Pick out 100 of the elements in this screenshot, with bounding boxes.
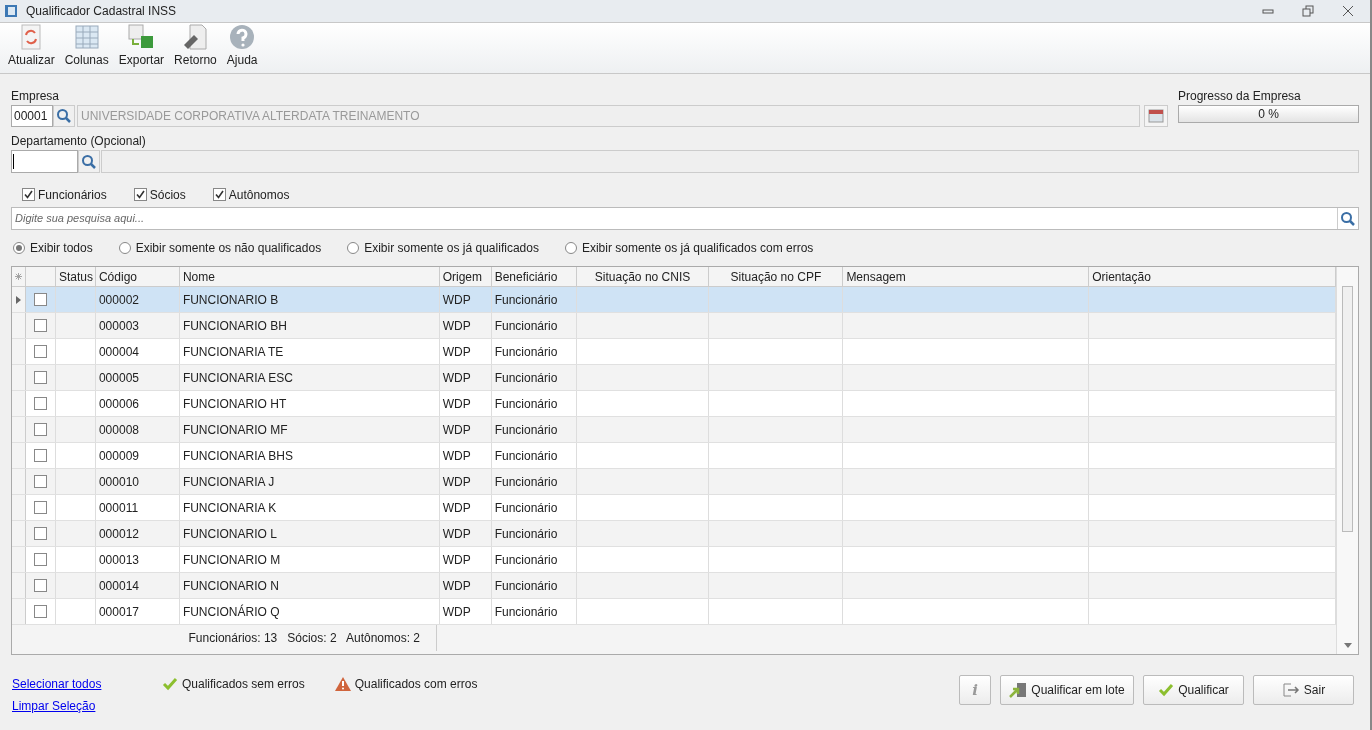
table-row[interactable]: 000009 FUNCIONARIA BHS WDP Funcionário xyxy=(12,443,1336,469)
table-cell: FUNCIONARIA ESC xyxy=(179,365,440,390)
table-cell: Funcionário xyxy=(491,521,577,546)
calendar-button[interactable] xyxy=(1144,105,1168,127)
column-header[interactable]: Mensagem xyxy=(843,267,1090,286)
summary-text: Funcionários: 13 Sócios: 2 Autônomos: 2 xyxy=(188,630,420,647)
column-header[interactable]: Nome xyxy=(179,267,440,286)
row-pointer-icon xyxy=(16,295,21,304)
scrollbar[interactable] xyxy=(1336,267,1358,654)
table-row[interactable]: 000013 FUNCIONARIO M WDP Funcionário xyxy=(12,547,1336,573)
minimize-icon[interactable] xyxy=(1262,6,1274,16)
table-cell: WDP xyxy=(439,313,492,338)
checkbox[interactable] xyxy=(33,527,47,540)
table-cell: Funcionário xyxy=(491,443,577,468)
column-header[interactable]: Código xyxy=(95,267,180,286)
radio-label: Exibir somente os não qualificados xyxy=(135,240,322,257)
checkbox[interactable] xyxy=(33,501,47,514)
table-cell: FUNCIONARIO HT xyxy=(179,391,440,416)
table-cell: FUNCIONÁRIO Q xyxy=(179,599,440,624)
radio-label: Exibir somente os já qualificados com erros xyxy=(581,240,814,257)
table-row[interactable]: 000014 FUNCIONARIO N WDP Funcionário xyxy=(12,573,1336,599)
table-row[interactable]: 000008 FUNCIONARIO MF WDP Funcionário xyxy=(12,417,1336,443)
radio-button[interactable] xyxy=(118,242,131,254)
table-row[interactable]: 000012 FUNCIONARIO L WDP Funcionário xyxy=(12,521,1336,547)
column-header[interactable]: Orientação xyxy=(1089,267,1336,286)
toolbar-button[interactable]: Ajuda xyxy=(222,23,262,69)
company-name-field: UNIVERSIDADE CORPORATIVA ALTERDATA TREINAMENTO xyxy=(77,105,1140,127)
checkbox[interactable] xyxy=(33,397,47,410)
row-header[interactable] xyxy=(12,287,26,312)
checkbox[interactable] xyxy=(33,319,47,332)
table-cell: Funcionário xyxy=(491,469,577,494)
close-icon[interactable] xyxy=(1342,5,1354,17)
column-header[interactable]: Origem xyxy=(439,267,492,286)
check-icon xyxy=(162,677,178,691)
documents-icon xyxy=(1009,682,1028,698)
toolbar-button[interactable]: Retorno xyxy=(170,23,221,69)
search-button[interactable] xyxy=(78,150,100,173)
action-button[interactable]: Qualificar em lote xyxy=(1000,675,1134,705)
checkbox[interactable] xyxy=(33,371,47,384)
checkbox[interactable] xyxy=(33,423,47,436)
table-row[interactable]: 000002 FUNCIONARIO B WDP Funcionário xyxy=(12,287,1336,313)
column-header[interactable]: Beneficiário xyxy=(491,267,577,286)
checkbox[interactable] xyxy=(33,475,47,488)
action-button[interactable]: Sair xyxy=(1253,675,1354,705)
link[interactable]: Limpar Seleção xyxy=(12,697,162,715)
checkbox[interactable] xyxy=(33,345,47,358)
table-row[interactable]: 000006 FUNCIONARIO HT WDP Funcionário xyxy=(12,391,1336,417)
table-cell: Funcionário xyxy=(491,417,577,442)
table-cell: FUNCIONARIO L xyxy=(179,521,440,546)
scroll-down-icon[interactable] xyxy=(1343,643,1352,649)
search-icon xyxy=(56,108,72,124)
column-header[interactable]: Situação no CNIS xyxy=(576,267,710,286)
table-row[interactable]: 000010 FUNCIONARIA J WDP Funcionário xyxy=(12,469,1336,495)
table-cell: 000009 xyxy=(95,443,180,468)
radio-label: Exibir somente os já qualificados xyxy=(364,240,539,257)
column-header[interactable]: Situação no CPF xyxy=(709,267,844,286)
table-cell: FUNCIONARIO BH xyxy=(179,313,440,338)
table-row[interactable]: 000005 FUNCIONARIA ESC WDP Funcionário xyxy=(12,365,1336,391)
table-cell: 000010 xyxy=(95,469,180,494)
table-cell: Funcionário xyxy=(491,287,577,312)
table-cell: 000011 xyxy=(95,495,180,520)
help-icon xyxy=(228,23,257,51)
link[interactable]: Selecionar todos xyxy=(12,675,162,693)
code-field[interactable]: 00001 xyxy=(11,105,53,127)
radio-button[interactable] xyxy=(347,242,360,254)
search-button[interactable] xyxy=(53,105,75,127)
radio-button[interactable] xyxy=(13,242,25,254)
table-row[interactable]: 000004 FUNCIONARIA TE WDP Funcionário xyxy=(12,339,1336,365)
checkbox[interactable] xyxy=(33,605,47,618)
toolbar-button[interactable]: Atualizar xyxy=(4,23,59,69)
checkbox[interactable] xyxy=(22,188,35,201)
warning-icon xyxy=(334,677,351,691)
checkbox[interactable] xyxy=(212,188,226,201)
department-field[interactable] xyxy=(11,150,78,173)
table-cell: FUNCIONARIA K xyxy=(179,495,440,520)
restore-icon[interactable] xyxy=(1302,5,1314,17)
checkbox[interactable] xyxy=(33,293,47,306)
checkbox[interactable] xyxy=(33,579,47,592)
toolbar-button[interactable]: Colunas xyxy=(60,23,113,69)
table-cell: WDP xyxy=(439,391,492,416)
search-field[interactable]: Digite sua pesquisa aqui... xyxy=(11,207,1359,230)
table-cell: FUNCIONARIO MF xyxy=(179,417,440,442)
progress-reading: 0 % xyxy=(1258,106,1279,123)
table-cell: WDP xyxy=(439,339,492,364)
table-row[interactable]: 000011 FUNCIONARIA K WDP Funcionário xyxy=(12,495,1336,521)
table-row[interactable]: 000003 FUNCIONARIO BH WDP Funcionário xyxy=(12,313,1336,339)
search-icon xyxy=(1340,210,1356,227)
checkbox[interactable] xyxy=(33,553,47,566)
action-button[interactable]: Qualificar xyxy=(1143,675,1244,705)
table-cell: Funcionário xyxy=(491,313,577,338)
checkbox-label: Sócios xyxy=(149,186,186,204)
checkbox[interactable] xyxy=(33,449,47,462)
search-placeholder: Digite sua pesquisa aqui... xyxy=(14,211,146,227)
checkbox[interactable] xyxy=(133,188,147,201)
table-cell: FUNCIONARIA BHS xyxy=(179,443,440,468)
radio-button[interactable] xyxy=(564,242,577,254)
toolbar-button[interactable]: Exportar xyxy=(114,23,169,69)
table-row[interactable]: 000017 FUNCIONÁRIO Q WDP Funcionário xyxy=(12,599,1336,625)
table-cell: 000014 xyxy=(95,573,180,598)
column-header[interactable]: Status xyxy=(55,267,96,286)
